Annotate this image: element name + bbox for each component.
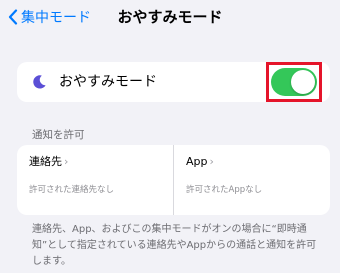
- people-subtitle: 許可された連絡先なし: [29, 185, 115, 195]
- apps-subtitle: 許可されたAppなし: [186, 185, 263, 195]
- allowed-apps-cell[interactable]: App › 許可されたAppなし: [174, 145, 330, 215]
- allowed-people-cell[interactable]: 連絡先 › 許可された連絡先なし: [17, 145, 173, 215]
- focus-mode-label: おやすみモード: [59, 74, 157, 90]
- apps-title-label: App: [186, 155, 208, 168]
- page-title: おやすみモード: [117, 8, 223, 26]
- highlight-box: [266, 62, 322, 102]
- navigation-bar: 集中モード おやすみモード: [0, 0, 340, 36]
- allow-notifications-header: 通知を許可: [32, 129, 85, 141]
- chevron-right-icon: ›: [209, 155, 214, 168]
- footer-description: 連絡先、App、およびこの集中モードがオンの場合に“即時通知”として指定されてい…: [32, 224, 317, 267]
- moon-icon: [33, 75, 46, 89]
- people-title: 連絡先 ›: [29, 155, 68, 169]
- apps-title: App ›: [186, 155, 214, 169]
- chevron-right-icon: ›: [64, 155, 69, 168]
- allow-notifications-card: 連絡先 › 許可された連絡先なし App › 許可されたAppなし: [17, 145, 330, 215]
- people-title-label: 連絡先: [29, 155, 62, 168]
